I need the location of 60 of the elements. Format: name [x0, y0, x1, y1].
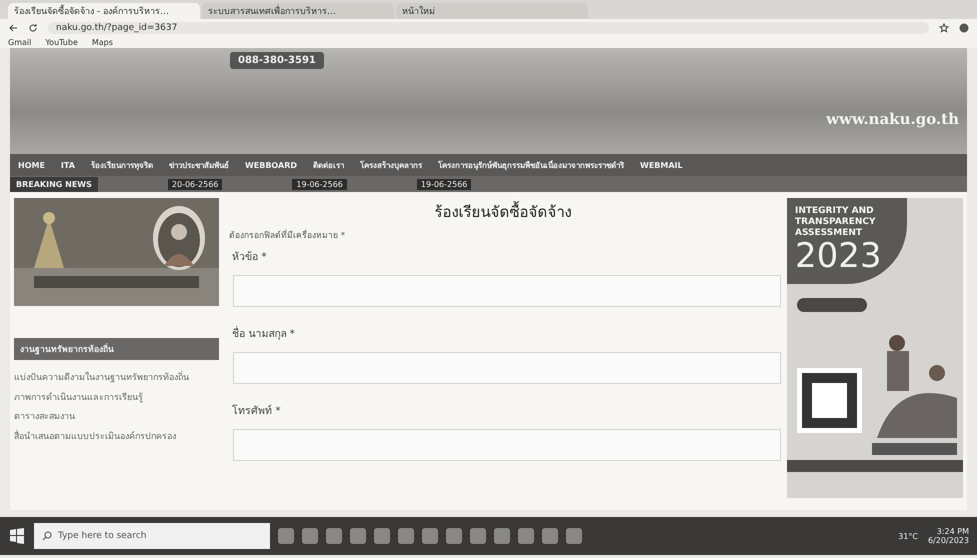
- search-icon: [42, 531, 52, 541]
- sidebar-link[interactable]: สื่อนำเสนอตามแบบประเมินองค์กรปกครอง: [14, 430, 219, 444]
- sidebar-link[interactable]: ภาพการดำเนินงานและการเรียนรู้: [14, 392, 219, 405]
- nav-link[interactable]: WEBBOARD: [244, 160, 297, 170]
- nav-link[interactable]: WEBMAIL: [640, 160, 683, 170]
- taskbar-app-icon[interactable]: [350, 528, 366, 544]
- weather-reading[interactable]: 31°C: [898, 532, 918, 540]
- field-label: หัวข้อ *: [232, 250, 268, 265]
- clock-time[interactable]: 3:24 PM: [936, 527, 969, 536]
- taskbar-app-icon[interactable]: [302, 528, 318, 544]
- nav-link[interactable]: ข่าวประชาสัมพันธ์: [168, 158, 229, 172]
- taskbar-app-icon[interactable]: [326, 528, 342, 544]
- bookmark-link[interactable]: Maps: [92, 38, 113, 46]
- news-date: 19-06-2566: [292, 178, 347, 190]
- taskbar-app-icon[interactable]: [446, 528, 462, 544]
- nav-link[interactable]: HOME: [18, 160, 45, 170]
- back-icon[interactable]: [8, 22, 18, 32]
- star-icon[interactable]: [939, 22, 949, 32]
- ad-heading: INTEGRITY AND TRANSPARENCY ASSESSMENT: [795, 206, 877, 238]
- nav-link[interactable]: ติดต่อเรา: [313, 158, 344, 172]
- input-field[interactable]: [233, 275, 781, 307]
- phone-number: 088-380-3591: [230, 52, 324, 69]
- nav-link[interactable]: ร้องเรียนการทุจริต: [90, 158, 153, 172]
- news-label: BREAKING NEWS: [10, 176, 98, 192]
- address-field[interactable]: naku.go.th/?page_id=3637: [48, 22, 929, 34]
- taskbar-app-icon[interactable]: [494, 528, 510, 544]
- site-address: www.naku.go.th: [826, 110, 959, 128]
- clock-date[interactable]: 6/20/2023: [928, 536, 969, 545]
- browser-tab[interactable]: หน้าใหม่: [396, 3, 588, 19]
- taskbar-app-icon[interactable]: [518, 528, 534, 544]
- taskbar-search[interactable]: Type here to search: [34, 523, 270, 549]
- sidebar-link[interactable]: แบ่งปันความดีงามในงานฐานทรัพยากรท้องถิ่น: [14, 372, 219, 386]
- field-label: โทรศัพท์ *: [232, 404, 282, 419]
- bookmark-link[interactable]: YouTube: [45, 38, 78, 46]
- browser-tab[interactable]: ร้องเรียนจัดซื้อจัดจ้าง - องค์การบริหาร…: [8, 3, 200, 19]
- form-title: ร้องเรียนจัดซื้อจัดจ้าง: [434, 200, 572, 223]
- section-heading: งานฐานทรัพยากรท้องถิ่น: [14, 338, 219, 360]
- bookmark-link[interactable]: Gmail: [8, 38, 32, 46]
- field-label: ชื่อ นามสกุล *: [232, 325, 296, 342]
- sidebar-link[interactable]: ตารางสะสมงาน: [14, 411, 219, 424]
- news-date: 19-06-2566: [416, 178, 472, 190]
- ad-year: 2023: [795, 238, 883, 276]
- input-field[interactable]: [233, 429, 781, 461]
- news-date: 20-06-2566: [168, 178, 222, 190]
- nav-link[interactable]: ITA: [60, 160, 75, 170]
- browser-tab[interactable]: ระบบสารสนเทศเพื่อการบริหาร…: [202, 3, 394, 19]
- taskbar-app-icon[interactable]: [422, 528, 438, 544]
- input-field[interactable]: [233, 352, 781, 384]
- taskbar-app-icon[interactable]: [278, 528, 294, 544]
- taskbar-app-icon[interactable]: [398, 528, 414, 544]
- reload-icon[interactable]: [28, 22, 38, 32]
- taskbar-app-icon[interactable]: [470, 528, 486, 544]
- taskbar-app-icon[interactable]: [542, 528, 558, 544]
- taskbar-app-icon[interactable]: [566, 528, 582, 544]
- nav-link[interactable]: โครงสร้างบุคลากร: [360, 158, 422, 172]
- nav-link[interactable]: โครงการอนุรักษ์พันธุกรรมพืชอันเนื่องมาจากพระราชดำริ: [438, 158, 624, 172]
- profile-icon[interactable]: [959, 22, 969, 32]
- required-note: ต้องกรอกฟิลด์ที่มีเครื่องหมาย *: [229, 228, 346, 242]
- taskbar-app-icon[interactable]: [374, 528, 390, 544]
- start-icon[interactable]: [8, 527, 26, 545]
